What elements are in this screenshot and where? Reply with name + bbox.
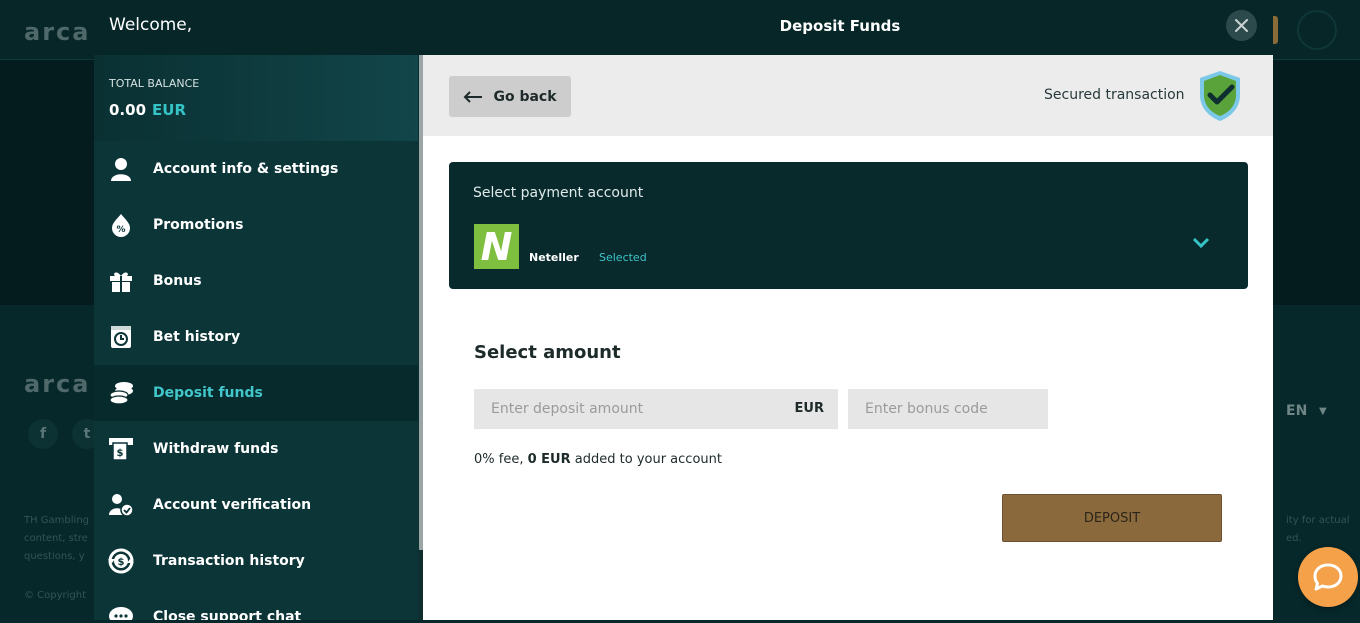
sidebar-item-label: Bonus: [153, 273, 202, 289]
footer-disclaimer-right: ity for actual ed.: [1286, 512, 1350, 548]
user-icon: [108, 156, 134, 182]
sidebar-item-label: Account verification: [153, 497, 312, 513]
sidebar-item-label: Promotions: [153, 217, 244, 233]
welcome-text: Welcome,: [109, 15, 193, 35]
sidebar-item-label: Account info & settings: [153, 161, 339, 177]
fee-amount: 0 EUR: [527, 452, 571, 467]
balance-panel: TOTAL BALANCE 0.00 EUR: [94, 55, 423, 141]
sidebar-item-promotions[interactable]: % Promotions: [94, 197, 423, 253]
transaction-icon: $: [108, 548, 134, 574]
promotion-icon: %: [108, 212, 134, 238]
chat-launcher-button[interactable]: [1298, 547, 1358, 607]
fee-suffix: added to your account: [574, 452, 722, 467]
go-back-button[interactable]: Go back: [449, 76, 571, 117]
chat-icon: [108, 604, 134, 620]
svg-text:%: %: [116, 225, 125, 235]
sidebar-item-label: Withdraw funds: [153, 441, 279, 457]
balance-amount: 0.00 EUR: [109, 101, 186, 119]
sidebar-item-label: Deposit funds: [153, 385, 263, 401]
go-back-label: Go back: [493, 88, 557, 105]
amount-currency: EUR: [794, 401, 824, 416]
payment-account-select[interactable]: Select payment account N Neteller Select…: [449, 162, 1248, 289]
close-icon: [1235, 19, 1248, 32]
site-logo[interactable]: arca: [24, 18, 90, 46]
sidebar-menu: Account info & settings % Promotions Bon…: [94, 141, 423, 620]
gift-icon: [108, 268, 134, 294]
sidebar-item-bonus[interactable]: Bonus: [94, 253, 423, 309]
sidebar-item-bet-history[interactable]: Bet history: [94, 309, 423, 365]
footer-disclaimer: TH Gambling content, stre questions, y: [24, 512, 89, 566]
payment-select-title: Select payment account: [473, 185, 644, 201]
account-sidebar: TOTAL BALANCE 0.00 EUR Account info & set…: [94, 55, 423, 620]
user-check-icon: [108, 492, 134, 518]
footer-line: questions, y: [24, 551, 85, 562]
neteller-logo: N: [474, 224, 519, 269]
deposit-content: Go back Secured transaction Select payme…: [423, 55, 1273, 620]
clock-icon: [108, 324, 134, 350]
sidebar-item-deposit-funds[interactable]: Deposit funds: [94, 365, 423, 421]
fee-info: 0% fee, 0 EUR added to your account: [474, 452, 722, 467]
modal-header: Welcome, Deposit Funds: [94, 0, 1273, 55]
deposit-modal: Welcome, Deposit Funds TOTAL BALANCE 0.0…: [94, 0, 1273, 620]
payment-method-name: Neteller: [529, 251, 579, 264]
chevron-down-icon[interactable]: [1192, 237, 1210, 249]
svg-text:$: $: [118, 557, 125, 568]
language-selector[interactable]: EN: [1286, 403, 1307, 419]
balance-label: TOTAL BALANCE: [109, 77, 200, 90]
sidebar-item-label: Transaction history: [153, 553, 305, 569]
coins-icon: [108, 380, 134, 406]
chevron-down-icon[interactable]: ▼: [1319, 406, 1327, 417]
avatar[interactable]: [1297, 10, 1337, 50]
deposit-button[interactable]: DEPOSIT: [1002, 494, 1222, 542]
facebook-icon[interactable]: f: [28, 419, 58, 449]
modal-title: Deposit Funds: [779, 17, 901, 35]
sidebar-item-label: Close support chat: [153, 609, 302, 620]
balance-value: 0.00: [109, 101, 147, 119]
footer-line: ed.: [1286, 533, 1302, 544]
sidebar-item-transaction-history[interactable]: $ Transaction history: [94, 533, 423, 589]
fee-prefix: 0% fee,: [474, 452, 524, 467]
svg-text:$: $: [117, 448, 124, 459]
footer-line: content, stre: [24, 533, 88, 544]
deposit-amount-field: EUR: [474, 389, 838, 429]
bonus-code-input[interactable]: [848, 389, 1048, 429]
payment-selected-badge: Selected: [599, 251, 647, 264]
sidebar-item-account-verification[interactable]: Account verification: [94, 477, 423, 533]
footer-line: ity for actual: [1286, 515, 1350, 526]
sidebar-item-account-info[interactable]: Account info & settings: [94, 141, 423, 197]
copyright: © Copyright: [24, 590, 87, 601]
footer-line: TH Gambling: [24, 515, 90, 526]
select-amount-title: Select amount: [474, 342, 621, 363]
atm-icon: $: [108, 436, 134, 462]
deposit-amount-input[interactable]: [474, 389, 774, 429]
footer-logo: arca: [24, 370, 91, 398]
sidebar-item-close-support-chat[interactable]: Close support chat: [94, 589, 423, 620]
secured-transaction-label: Secured transaction: [1044, 87, 1185, 103]
sidebar-item-label: Bet history: [153, 329, 241, 345]
top-bar: Go back Secured transaction: [423, 55, 1273, 136]
sidebar-item-withdraw-funds[interactable]: $ Withdraw funds: [94, 421, 423, 477]
arrow-left-icon: [464, 90, 483, 103]
balance-currency: EUR: [152, 101, 186, 119]
close-button[interactable]: [1226, 10, 1257, 41]
shield-check-icon: [1200, 71, 1240, 121]
chat-bubble-icon: [1313, 563, 1343, 591]
